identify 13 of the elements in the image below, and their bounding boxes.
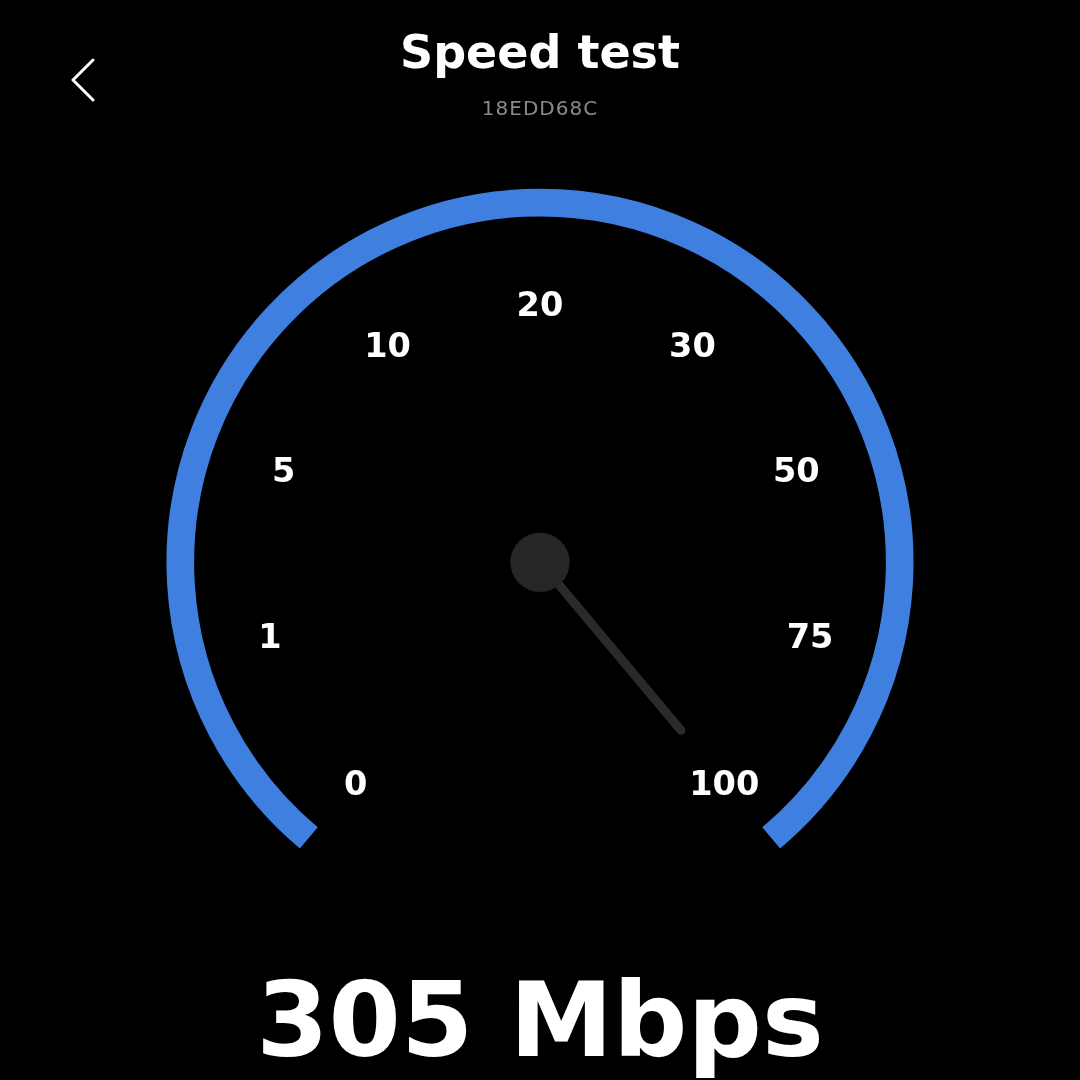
scale-label: 10	[364, 325, 411, 365]
scale-label: 20	[516, 284, 564, 324]
scale-label: 1	[258, 616, 282, 656]
page-title: Speed test	[400, 24, 680, 81]
device-id: 18EDD68C	[481, 96, 599, 120]
scale-label: 0	[344, 763, 368, 803]
speed-reading: 305 Mbps	[256, 960, 824, 1080]
back-icon[interactable]	[70, 58, 96, 102]
scale-label: 50	[772, 450, 820, 490]
scale-label: 100	[689, 763, 760, 803]
scale-label: 5	[272, 450, 296, 490]
scale-label: 75	[786, 616, 834, 656]
scale-label: 30	[669, 325, 716, 365]
